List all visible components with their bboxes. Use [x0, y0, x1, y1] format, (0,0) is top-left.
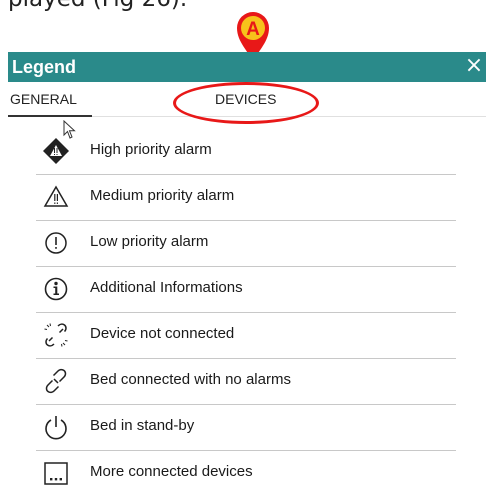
item-label: Device not connected	[90, 325, 235, 342]
legend-title: Legend	[12, 57, 77, 77]
legend-header: Legend ×	[8, 52, 486, 82]
high-priority-alarm-icon	[42, 137, 70, 165]
link-icon	[42, 367, 70, 395]
list-item: Additional Informations	[36, 266, 456, 313]
low-priority-alarm-icon	[42, 229, 70, 257]
broken-link-icon	[42, 321, 70, 349]
item-label: Low priority alarm	[90, 233, 209, 250]
item-label: High priority alarm	[90, 141, 212, 158]
item-label: Medium priority alarm	[90, 187, 235, 204]
info-icon	[42, 275, 70, 303]
power-icon	[42, 413, 70, 441]
list-item: Device not connected	[36, 312, 456, 359]
list-item: Low priority alarm	[36, 220, 456, 267]
more-devices-icon	[42, 459, 70, 487]
tab-selected-underline	[8, 115, 92, 117]
medium-priority-alarm-icon	[42, 183, 70, 211]
list-item: More connected devices	[36, 450, 456, 496]
list-item: Bed connected with no alarms	[36, 358, 456, 405]
tab-general[interactable]: GENERAL	[10, 91, 77, 107]
list-item: Bed in stand-by	[36, 404, 456, 451]
list-item: Medium priority alarm	[36, 174, 456, 221]
devices-tab-highlight	[173, 82, 319, 124]
document-caption: played (Fig 26).	[8, 0, 187, 12]
item-label: Bed in stand-by	[90, 417, 195, 434]
item-label: Additional Informations	[90, 279, 243, 296]
item-label: Bed connected with no alarms	[90, 371, 291, 388]
item-label: More connected devices	[90, 463, 253, 480]
list-item: High priority alarm	[36, 128, 456, 175]
close-icon[interactable]: ×	[462, 53, 486, 79]
callout-letter: A	[246, 19, 260, 40]
